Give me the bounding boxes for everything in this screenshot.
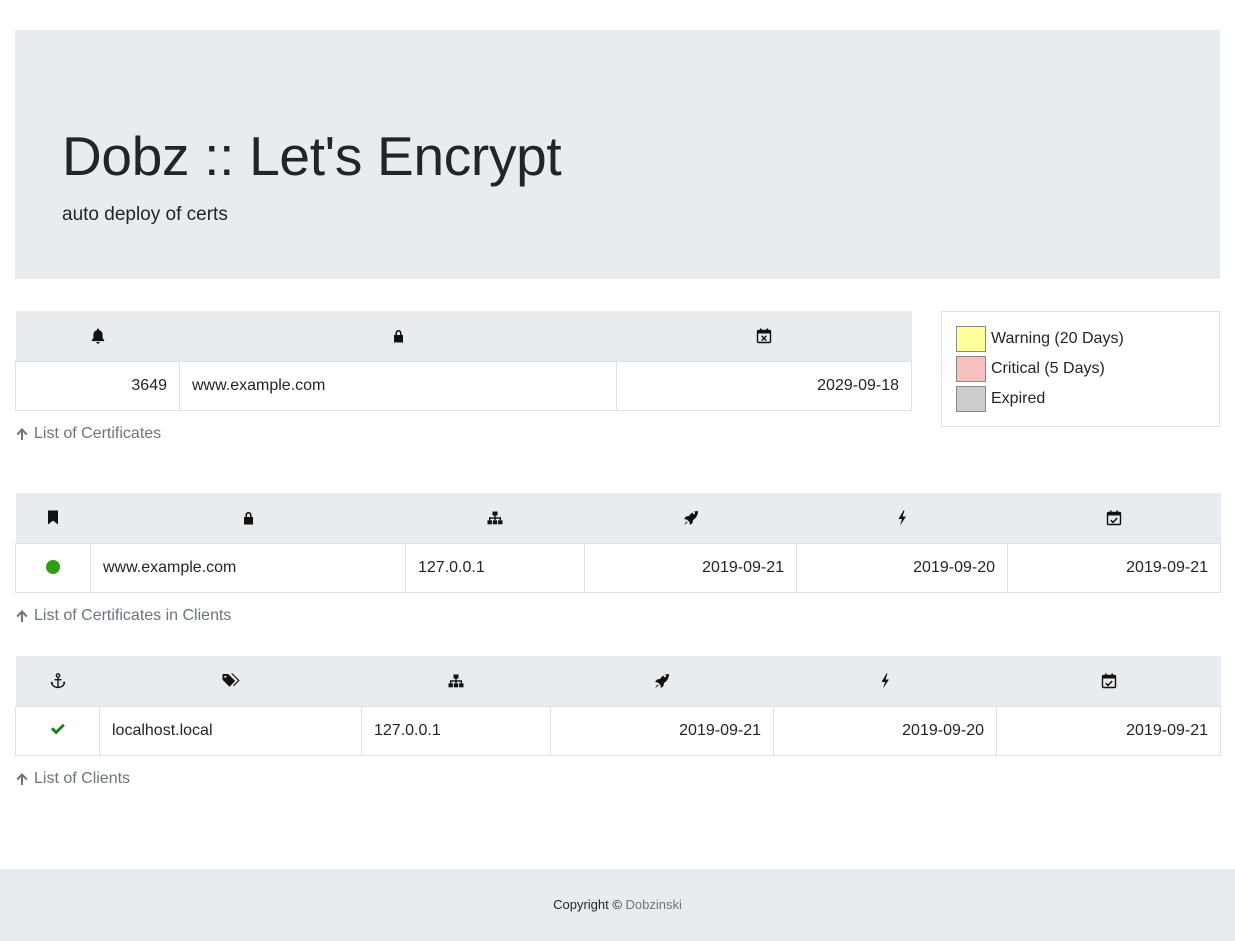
arrow-up-icon: [16, 610, 28, 622]
domain-cell: www.example.com: [179, 360, 617, 411]
checked-cell: 2019-09-21: [996, 705, 1221, 756]
status-header[interactable]: [15, 656, 100, 706]
legend-label: Warning (20 Days): [991, 330, 1124, 347]
table-row[interactable]: 3649 www.example.com 2029-09-18: [15, 360, 912, 411]
hostname-header[interactable]: [99, 656, 362, 706]
sitemap-icon: [487, 511, 503, 524]
expires-cell: 2029-09-18: [616, 360, 912, 411]
table-header-row: [15, 656, 1221, 706]
checked-cell: 2019-09-21: [1007, 542, 1221, 593]
calendar-check-icon: [1101, 673, 1116, 688]
deployed-header[interactable]: [584, 493, 797, 543]
rocket-icon: [655, 673, 669, 688]
lock-icon: [393, 329, 403, 343]
clients-table: localhost.local 127.0.0.1 2019-09-21 201…: [15, 656, 1221, 756]
ip-cell: 127.0.0.1: [361, 705, 551, 756]
list-of-certificates-label: List of Certificates: [34, 425, 162, 442]
checked-header[interactable]: [996, 656, 1221, 706]
status-cell: [15, 705, 100, 756]
calendar-x-icon: [756, 328, 772, 343]
client-certificates-table: www.example.com 127.0.0.1 2019-09-21 201…: [15, 493, 1221, 593]
list-of-clients-label: List of Clients: [34, 770, 131, 787]
author-link[interactable]: Dobzinski: [626, 897, 682, 912]
table-header-row: [15, 493, 1221, 543]
legend-box: Warning (20 Days) Critical (5 Days) Expi…: [941, 311, 1220, 427]
days-left-cell: 3649: [15, 360, 180, 411]
critical-swatch: [956, 356, 986, 382]
table-row[interactable]: www.example.com 127.0.0.1 2019-09-21 201…: [15, 542, 1221, 593]
footer: Copyright © Dobzinski: [0, 869, 1235, 941]
bell-icon: [91, 328, 104, 344]
bolt-icon: [881, 673, 889, 689]
bolt-icon: [898, 510, 906, 526]
list-of-certificates-in-clients-link[interactable]: List of Certificates in Clients: [15, 607, 231, 625]
renewed-cell: 2019-09-20: [773, 705, 997, 756]
list-of-certificates-in-clients-label: List of Certificates in Clients: [34, 607, 232, 624]
ip-header[interactable]: [361, 656, 551, 706]
renewed-header[interactable]: [796, 493, 1008, 543]
sitemap-icon: [448, 674, 464, 687]
deployed-cell: 2019-09-21: [584, 542, 797, 593]
hostname-cell: localhost.local: [99, 705, 362, 756]
legend-item-expired: Expired: [956, 386, 1045, 412]
lock-icon: [243, 511, 253, 525]
table-header-row: [15, 311, 912, 361]
deployed-cell: 2019-09-21: [550, 705, 774, 756]
copyright-text: Copyright ©: [553, 897, 622, 912]
page-subtitle: auto deploy of certs: [62, 204, 228, 225]
expired-swatch: [956, 386, 986, 412]
table-row[interactable]: localhost.local 127.0.0.1 2019-09-21 201…: [15, 705, 1221, 756]
expires-header[interactable]: [616, 311, 912, 361]
check-icon: [51, 723, 65, 734]
certificates-table: 3649 www.example.com 2029-09-18: [15, 311, 912, 411]
rocket-icon: [683, 510, 698, 525]
bookmark-icon: [48, 510, 58, 525]
renewed-cell: 2019-09-20: [796, 542, 1008, 593]
legend-item-warning: Warning (20 Days): [956, 326, 1124, 352]
warning-swatch: [956, 326, 986, 352]
domain-header[interactable]: [90, 493, 406, 543]
list-of-clients-link[interactable]: List of Clients: [15, 770, 130, 788]
ip-cell: 127.0.0.1: [405, 542, 585, 593]
checked-header[interactable]: [1007, 493, 1221, 543]
list-of-certificates-link[interactable]: List of Certificates: [15, 425, 161, 443]
legend-label: Expired: [991, 390, 1046, 407]
domain-cell: www.example.com: [90, 542, 406, 593]
tags-icon: [222, 673, 240, 687]
days-left-header[interactable]: [15, 311, 180, 361]
legend-item-critical: Critical (5 Days): [956, 356, 1105, 382]
jumbotron-header: Dobz :: Let's Encrypt auto deploy of cer…: [15, 30, 1220, 279]
arrow-up-icon: [16, 773, 28, 785]
status-cell: [15, 542, 91, 593]
deployed-header[interactable]: [550, 656, 774, 706]
status-header[interactable]: [15, 493, 91, 543]
domain-header[interactable]: [179, 311, 617, 361]
ip-header[interactable]: [405, 493, 585, 543]
status-dot-icon: [46, 560, 60, 575]
anchor-icon: [50, 672, 65, 688]
renewed-header[interactable]: [773, 656, 997, 706]
page-title: Dobz :: Let's Encrypt: [62, 125, 562, 187]
arrow-up-icon: [16, 428, 28, 440]
legend-label: Critical (5 Days): [991, 360, 1105, 377]
calendar-check-icon: [1106, 510, 1122, 525]
